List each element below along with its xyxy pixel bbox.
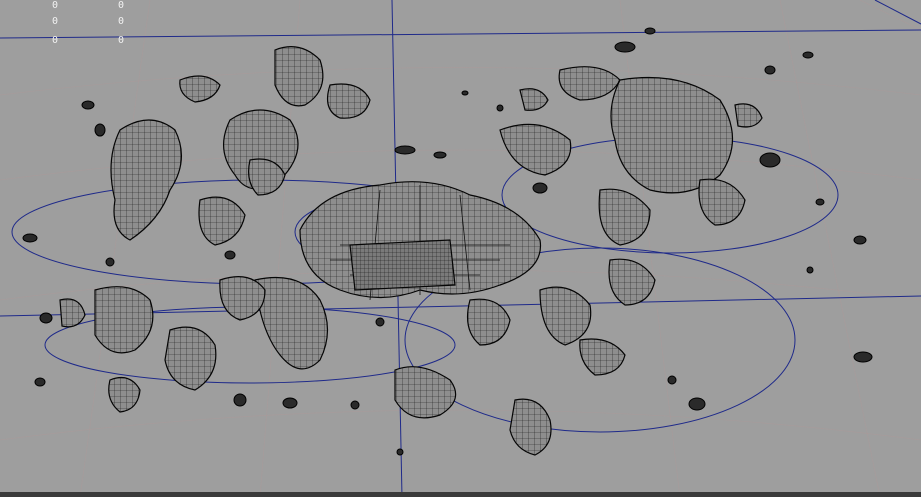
hud-value: 0 (52, 0, 59, 11)
hud-value: 0 (52, 16, 59, 27)
hud-value: 0 (118, 35, 125, 46)
3d-viewport[interactable]: 0 0 0 0 0 0 (0, 0, 921, 497)
hud-value: 0 (52, 35, 59, 46)
hud-value: 0 (118, 16, 125, 27)
hud-value: 0 (118, 0, 125, 11)
scene-canvas[interactable] (0, 0, 921, 497)
status-bar (0, 492, 921, 497)
